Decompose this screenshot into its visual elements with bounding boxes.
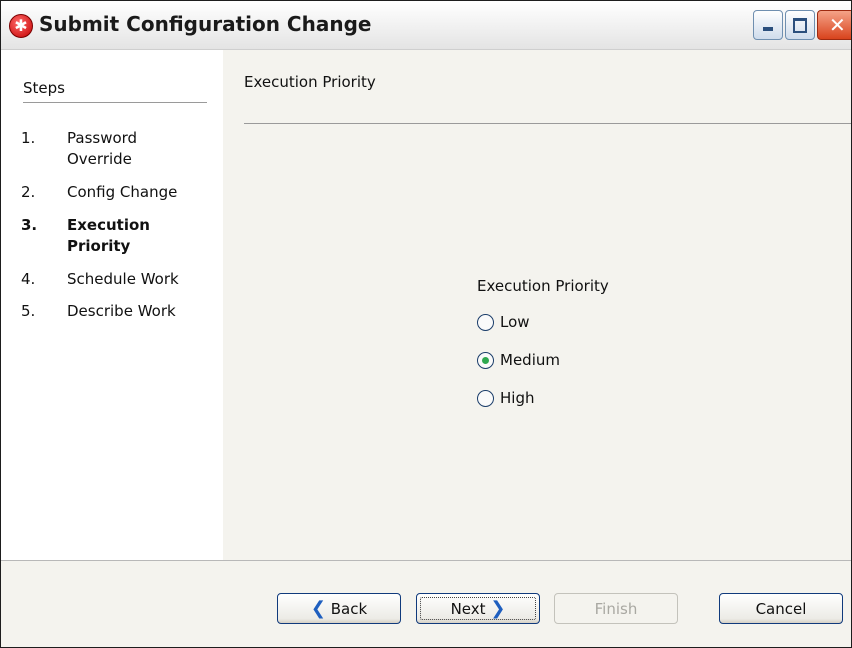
steps-divider (23, 102, 207, 103)
window-title: Submit Configuration Change (39, 12, 372, 36)
maximize-button[interactable] (785, 10, 815, 40)
step-label: Config Change (67, 183, 178, 201)
radio-selected-dot (482, 357, 489, 364)
minimize-icon (763, 27, 773, 31)
step-number: 4. (21, 270, 36, 288)
radio-label[interactable]: Medium (500, 351, 560, 369)
step-number: 1. (21, 129, 36, 147)
next-label: Next (450, 600, 486, 618)
finish-button[interactable]: Finish (554, 593, 678, 624)
wizard-window: ✱ Submit Configuration Change ✕ Steps 1.… (0, 0, 852, 648)
maximize-icon (793, 18, 807, 33)
priority-group-label: Execution Priority (477, 277, 609, 295)
chevron-right-icon: ❯ (490, 598, 506, 619)
step-label: Schedule Work (67, 270, 179, 288)
next-button[interactable]: Next ❯ (416, 593, 540, 624)
chevron-left-icon: ❮ (310, 598, 326, 619)
step-number: 2. (21, 183, 36, 201)
finish-label: Finish (594, 600, 638, 618)
title-bar[interactable]: ✱ Submit Configuration Change ✕ (1, 1, 851, 50)
wizard-content: Execution Priority Execution Priority Lo… (223, 50, 851, 560)
step-label: Describe Work (67, 302, 176, 320)
radio-button[interactable] (477, 390, 494, 407)
step-number: 5. (21, 302, 36, 320)
step-label: Execution Priority (67, 216, 150, 255)
radio-button[interactable] (477, 314, 494, 331)
page-title: Execution Priority (244, 73, 376, 91)
radio-label[interactable]: Low (500, 313, 530, 331)
button-bar: ❮ Back Next ❯ Finish Cancel (1, 561, 851, 647)
radio-button[interactable] (477, 352, 494, 369)
cancel-button[interactable]: Cancel (719, 593, 843, 624)
radio-label[interactable]: High (500, 389, 534, 407)
close-button[interactable]: ✕ (817, 10, 851, 40)
step-number: 3. (21, 216, 38, 234)
app-logo-icon: ✱ (9, 14, 33, 38)
cancel-label: Cancel (755, 600, 807, 618)
step-label: Password Override (67, 129, 138, 168)
steps-sidebar: Steps 1. Password Override 2. Config Cha… (1, 50, 223, 560)
back-label: Back (330, 600, 368, 618)
title-divider (244, 123, 851, 124)
back-button[interactable]: ❮ Back (277, 593, 401, 624)
close-icon: ✕ (829, 13, 846, 37)
steps-heading: Steps (23, 79, 65, 97)
minimize-button[interactable] (753, 10, 783, 40)
